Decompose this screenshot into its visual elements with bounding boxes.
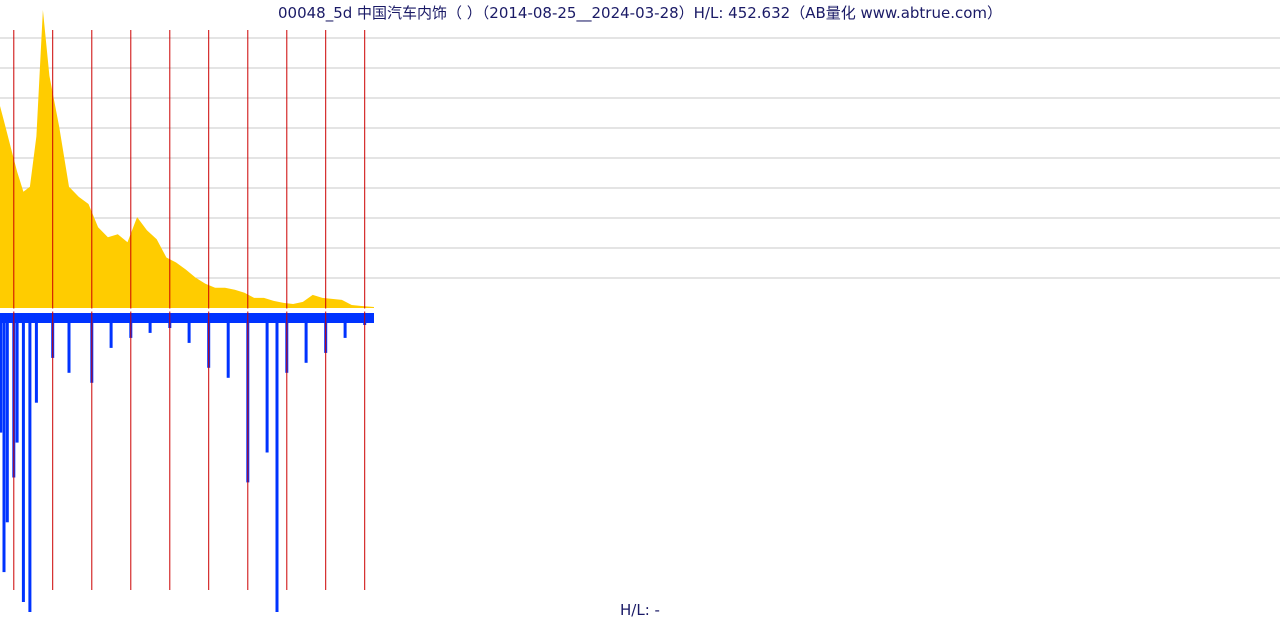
volume-bar	[5, 313, 9, 523]
grid-lines	[0, 37, 1280, 279]
volume-bar	[67, 313, 71, 373]
chart-plot	[0, 10, 1280, 612]
volume-base-band	[0, 313, 374, 323]
price-series	[0, 10, 374, 308]
volume-bar	[15, 313, 19, 443]
volume-bar	[148, 313, 152, 333]
volume-series	[0, 313, 374, 612]
volume-bar	[21, 313, 25, 602]
volume-bar	[343, 313, 347, 338]
volume-bar	[187, 313, 191, 343]
volume-bar	[28, 313, 32, 612]
volume-bar	[265, 313, 269, 453]
volume-bar	[275, 313, 279, 612]
volume-bar	[0, 313, 3, 433]
volume-bar	[226, 313, 230, 378]
volume-bar	[34, 313, 38, 403]
price-area	[0, 10, 374, 308]
volume-bar	[109, 313, 113, 348]
volume-bar	[2, 313, 6, 573]
volume-bar	[304, 313, 308, 363]
footer-hl: H/L: -	[620, 601, 660, 619]
